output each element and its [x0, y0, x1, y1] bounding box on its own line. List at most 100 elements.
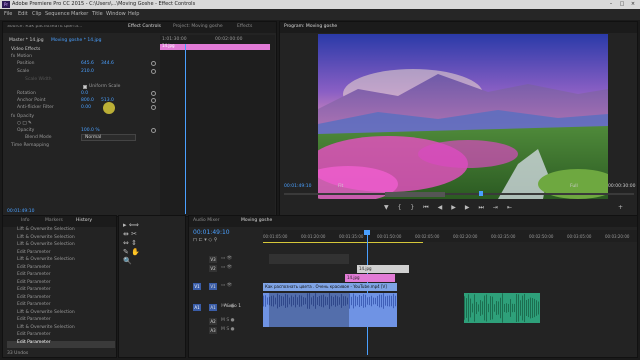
opacity-section-label: Opacity: [16, 114, 34, 119]
track-toggle-icons[interactable]: ▭ 👁: [221, 265, 232, 271]
history-item[interactable]: Edit Parameter: [7, 317, 115, 325]
program-timecode[interactable]: 00:01:49:10: [284, 184, 311, 190]
history-item[interactable]: Edit Parameter: [7, 332, 115, 340]
track-toggle-icons[interactable]: M S ●: [221, 318, 235, 324]
history-item[interactable]: Edit Parameter: [7, 302, 115, 310]
motion-label: Motion: [16, 54, 32, 59]
resolution-select[interactable]: Full: [570, 184, 578, 190]
menu-marker[interactable]: Marker: [71, 12, 88, 17]
menu-clip[interactable]: Clip: [32, 12, 41, 17]
fx-opacity[interactable]: fx Opacity: [11, 114, 34, 120]
history-item[interactable]: Lift & Overwrite Selection: [7, 242, 115, 250]
reset-icon[interactable]: [151, 91, 156, 96]
title-bar: Pr Adobe Premiere Pro CC 2015 - C:\Users…: [0, 0, 640, 9]
track-toggle-icons[interactable]: M S ●: [221, 327, 235, 333]
menu-title[interactable]: Title: [92, 12, 103, 17]
tab-sequence[interactable]: Moving goshe: [241, 218, 272, 224]
opacity-label: Opacity: [17, 128, 35, 133]
source-patch-a1[interactable]: A1: [193, 304, 201, 311]
uniform-scale-checkbox[interactable]: [83, 85, 87, 89]
tab-audio-mixer[interactable]: Audio Mixer: [193, 218, 220, 224]
track-header-v2[interactable]: V2: [209, 265, 217, 272]
track-header-a2[interactable]: A2: [209, 318, 217, 325]
menu-edit[interactable]: Edit: [18, 12, 28, 17]
source-patch-v1[interactable]: V1: [193, 283, 201, 290]
track-toggle-icons[interactable]: M S ●: [221, 304, 235, 310]
clip-v3[interactable]: 14.jpg: [357, 265, 409, 273]
mask-tools[interactable]: ○ □ ✎: [17, 121, 32, 127]
tab-project[interactable]: Project: Moving goshe: [173, 24, 223, 30]
timeline-timecode[interactable]: 00:01:49:10: [193, 230, 230, 236]
reset-icon[interactable]: [151, 105, 156, 110]
timeline-ruler[interactable]: 00:01:05:00 00:01:20:00 00:01:35:00 00:01:5…: [263, 230, 637, 242]
history-item[interactable]: Edit Parameter: [7, 340, 115, 348]
reset-icon[interactable]: [151, 69, 156, 74]
opacity-value[interactable]: 100.0 %: [81, 128, 100, 134]
audio-waveform-a2[interactable]: [464, 293, 540, 323]
tab-markers[interactable]: Markers: [45, 218, 63, 224]
clip-v2[interactable]: 14.jpg: [345, 274, 395, 282]
tab-info[interactable]: Info: [21, 218, 30, 224]
sequence-clip-label[interactable]: Moving goshe * 14.jpg: [51, 38, 102, 44]
fx-motion[interactable]: fx Motion: [11, 54, 32, 60]
minimize-icon[interactable]: –: [606, 1, 616, 8]
playhead-handle[interactable]: [364, 230, 370, 235]
video-effects-header: Video Effects: [11, 47, 41, 52]
tab-program[interactable]: Program: Moving goshe: [284, 24, 337, 30]
track-toggle-icons[interactable]: ▭ 👁: [221, 283, 232, 289]
history-item[interactable]: Lift & Overwrite Selection: [7, 257, 115, 265]
track-header-v3[interactable]: V3: [209, 256, 217, 263]
in-out-range[interactable]: [385, 192, 445, 197]
work-area-bar[interactable]: [263, 242, 423, 243]
history-item[interactable]: Edit Parameter: [7, 272, 115, 280]
maximize-icon[interactable]: □: [617, 1, 627, 8]
history-item[interactable]: Edit Parameter: [7, 287, 115, 295]
menu-file[interactable]: File: [4, 12, 12, 17]
time-remapping[interactable]: Time Remapping: [11, 143, 49, 149]
clip-v1[interactable]: Как распознать цвета . Очень красивое - …: [263, 283, 397, 291]
menu-sequence[interactable]: Sequence: [45, 12, 70, 17]
ec-timeline[interactable]: 1:01:30:00 00:02:00:00 14.jpg: [160, 35, 275, 215]
menu-help[interactable]: Help: [128, 12, 139, 17]
ec-clip-bar[interactable]: 14.jpg: [160, 44, 270, 50]
transport-controls[interactable]: ▼{}⏮◀▶▶⏭⇥⇤: [384, 205, 521, 211]
program-duration: 00:00:30:00: [608, 184, 636, 189]
add-button[interactable]: +: [618, 205, 623, 211]
ec-timecode[interactable]: 00:01:49:10: [7, 209, 34, 215]
ruler-tick-label: 00:02:20:00: [453, 234, 478, 239]
track-header-a3[interactable]: A3: [209, 327, 217, 334]
blend-mode-select[interactable]: Normal: [81, 134, 136, 141]
tab-effect-controls[interactable]: Effect Controls: [128, 24, 161, 30]
anti-flicker-value[interactable]: 0.00: [81, 105, 91, 111]
menu-window[interactable]: Window: [106, 12, 126, 17]
track-header-v1[interactable]: V1: [209, 283, 217, 290]
position-x-value[interactable]: 645.6: [81, 61, 94, 67]
master-clip-label[interactable]: Master * 14.jpg: [9, 38, 44, 44]
track-header-a1[interactable]: A1: [209, 304, 217, 311]
track-toggle-icons[interactable]: ▭ 👁: [221, 256, 232, 262]
tool-icons[interactable]: ▸ ⟺ ⇹ ✂ ⇔ ⇕ ✎ ✋ 🔍: [123, 221, 140, 266]
history-list: Lift & Overwrite Selection Lift & Overwri…: [3, 227, 118, 350]
tab-effects[interactable]: Effects: [237, 24, 252, 30]
program-playhead[interactable]: [479, 191, 483, 196]
tab-source[interactable]: Source: Как распознать цвета...: [7, 25, 82, 30]
scale-value[interactable]: 210.0: [81, 69, 94, 75]
reset-icon[interactable]: [151, 98, 156, 103]
ec-playhead[interactable]: [185, 44, 186, 214]
blend-mode-value: Normal: [85, 135, 102, 140]
close-icon[interactable]: ×: [628, 1, 638, 8]
anchor-x-value[interactable]: 800.0: [81, 98, 94, 104]
program-scrub-bar[interactable]: [284, 193, 634, 195]
tab-history[interactable]: History: [76, 218, 92, 224]
reset-icon[interactable]: [151, 128, 156, 133]
anchor-y-value[interactable]: 513.0: [101, 98, 114, 104]
ruler-tick-label: 00:02:05:00: [415, 234, 440, 239]
history-item[interactable]: Lift & Overwrite Selection: [7, 227, 115, 235]
ruler-tick-label: 00:01:50:00: [377, 234, 402, 239]
position-y-value[interactable]: 344.6: [101, 61, 114, 67]
ruler-tick-label: 00:01:05:00: [263, 234, 288, 239]
rotation-value[interactable]: 0.0: [81, 91, 88, 97]
reset-icon[interactable]: [151, 61, 156, 66]
zoom-select[interactable]: Fit: [338, 184, 343, 190]
snap-tools[interactable]: ⊓ ⊏ ▾ ◇ ⚲: [193, 238, 217, 243]
